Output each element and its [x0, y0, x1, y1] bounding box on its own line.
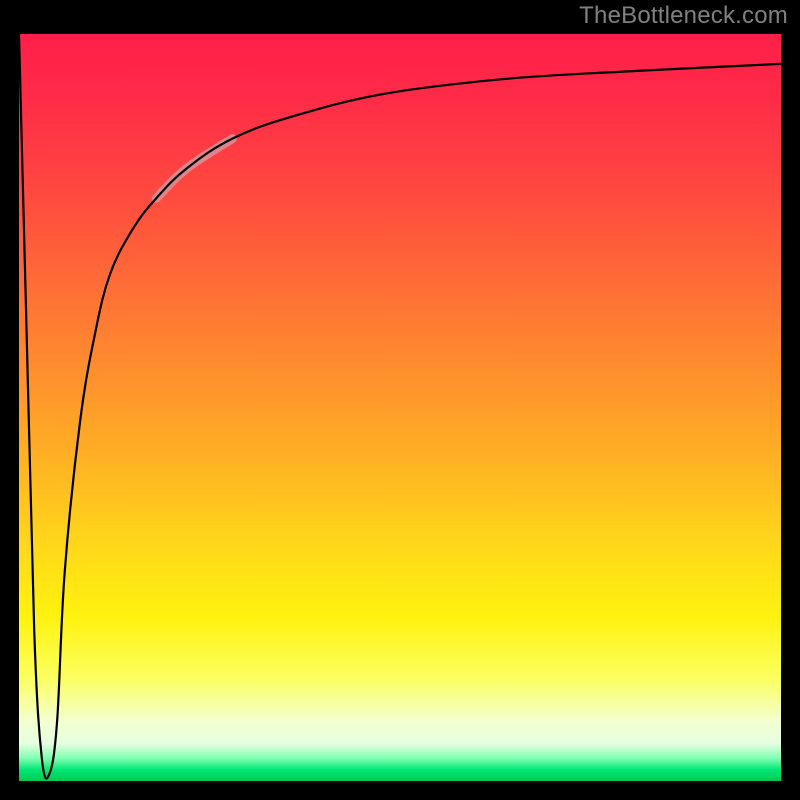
curve-svg: [19, 34, 781, 781]
bottleneck-curve: [19, 34, 781, 779]
highlight-segment: [156, 139, 232, 199]
plot-frame: [17, 32, 783, 783]
attribution-text: TheBottleneck.com: [579, 2, 788, 30]
chart-container: TheBottleneck.com: [0, 0, 800, 800]
